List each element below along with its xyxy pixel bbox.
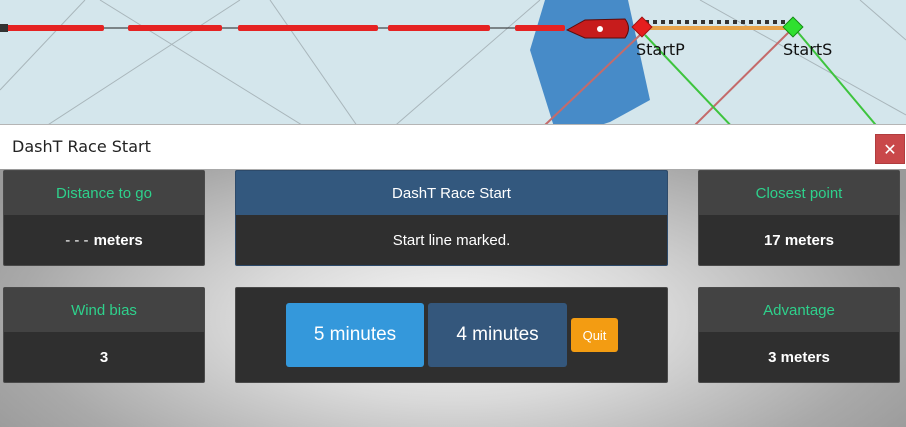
dialog-title: DashT Race Start [12, 137, 151, 156]
track-start-marker [0, 24, 8, 32]
quit-button[interactable]: Quit [571, 318, 618, 352]
boat-center-dot [597, 26, 603, 32]
distance-to-go-dashes: - - - [65, 231, 89, 249]
mark-label-starts: StartS [783, 40, 833, 59]
dialog-titlebar[interactable]: DashT Race Start ✕ [0, 125, 906, 169]
water-background [0, 0, 906, 130]
five-minutes-button[interactable]: 5 minutes [286, 303, 424, 367]
status-panel: DashT Race Start Start line marked. [235, 170, 668, 266]
advantage-panel: Advantage 3 meters [698, 287, 900, 383]
status-panel-title: DashT Race Start [236, 171, 667, 215]
race-start-dialog: DashT Race Start ✕ Distance to go - - - … [0, 124, 906, 427]
closest-point-value: 17 meters [763, 231, 835, 249]
distance-to-go-panel: Distance to go - - - meters [3, 170, 205, 266]
wind-bias-label: Wind bias [4, 288, 204, 332]
close-button[interactable]: ✕ [875, 134, 905, 164]
dialog-body: Distance to go - - - meters DashT Race S… [0, 169, 906, 427]
wind-bias-panel: Wind bias 3 [3, 287, 205, 383]
timer-buttons-panel: 5 minutes 4 minutes Quit [235, 287, 668, 383]
chart-canvas[interactable] [0, 0, 906, 130]
distance-to-go-unit: meters [93, 231, 143, 249]
boat-track [0, 25, 565, 31]
closest-point-label: Closest point [699, 171, 899, 215]
advantage-label: Advantage [699, 288, 899, 332]
distance-to-go-label: Distance to go [4, 171, 204, 215]
mark-label-startp: StartP [636, 40, 685, 59]
close-icon: ✕ [883, 140, 897, 159]
status-message: Start line marked. [392, 231, 511, 249]
wind-bias-value: 3 [99, 348, 109, 366]
four-minutes-button[interactable]: 4 minutes [428, 303, 567, 367]
distance-to-go-value: - - - meters [4, 215, 204, 265]
advantage-value: 3 meters [768, 348, 830, 366]
closest-point-panel: Closest point 17 meters [698, 170, 900, 266]
